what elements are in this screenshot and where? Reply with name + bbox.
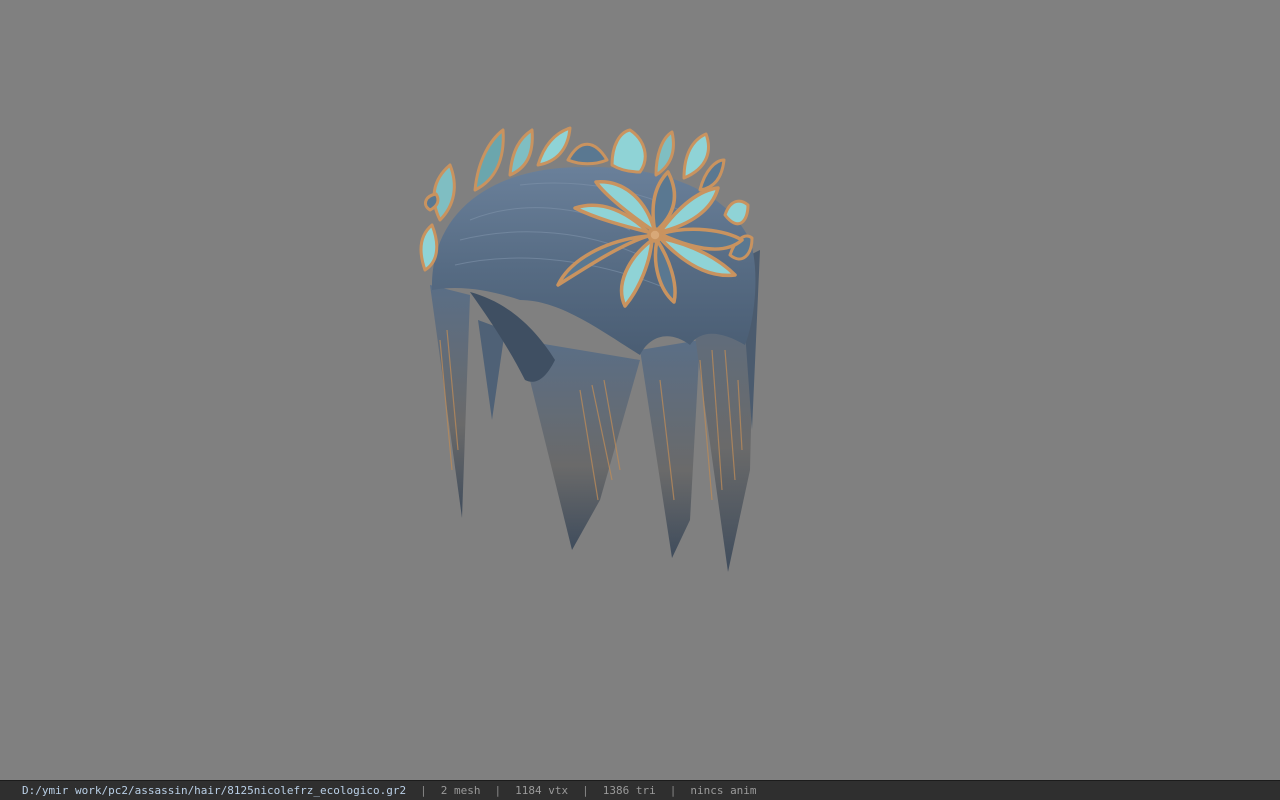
file-path: D:/ymir work/pc2/assassin/hair/8125nicol… <box>22 784 407 797</box>
separator: | <box>420 784 427 797</box>
separator: | <box>494 784 502 797</box>
status-bar: D:/ymir work/pc2/assassin/hair/8125nicol… <box>0 780 1280 800</box>
3d-viewport[interactable] <box>0 0 1280 780</box>
animation-status: nincs anim <box>690 784 757 797</box>
hair-model[interactable] <box>0 0 1280 780</box>
mesh-count: 2 mesh <box>440 784 481 797</box>
separator: | <box>669 784 677 797</box>
vertex-count: 1184 vtx <box>515 784 569 797</box>
separator: | <box>582 784 589 797</box>
triangle-count: 1386 tri <box>602 784 656 797</box>
